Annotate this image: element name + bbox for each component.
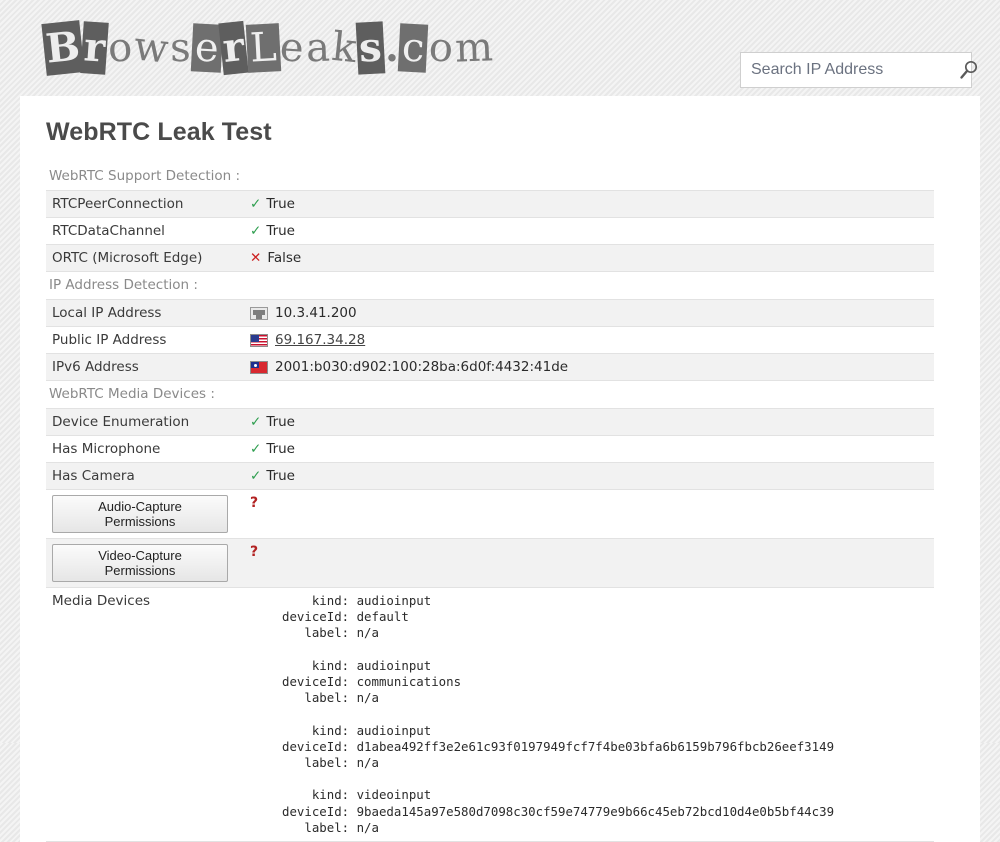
row-value: 2001:b030:d902:100:28ba:6d0f:4432:41de [244,353,934,381]
logo-char: e [278,24,306,72]
row-value: ? [244,489,934,539]
table-ip-detection: Local IP Address 10.3.41.200 Public IP A… [46,299,934,381]
row-key: Has Microphone [46,435,244,463]
row-key-video-permissions: Video-Capture Permissions [46,538,244,588]
flag-tw-icon [250,361,268,374]
content-panel: WebRTC Leak Test WebRTC Support Detectio… [20,96,980,842]
row-value-text: True [266,196,295,212]
media-devices-key: Media Devices [46,586,244,842]
table-row: Media Devices kind: audioinput deviceId:… [46,586,934,842]
logo-char: k [329,23,359,73]
logo-char: c [398,23,429,73]
row-key: RTCDataChannel [46,217,244,245]
row-key: Has Camera [46,462,244,490]
logo-char: w [131,23,171,73]
row-value: ✓ True [244,408,934,436]
media-devices-output: kind: audioinput deviceId: default label… [282,593,835,835]
table-webrtc-support: RTCPeerConnection ✓ True RTCDataChannel ✓… [46,190,934,272]
flag-us-icon [250,334,268,347]
section-label-media: WebRTC Media Devices : [49,386,215,402]
logo-char: r [218,20,250,76]
cross-icon: ✕ [250,250,262,266]
table-media-devices: Device Enumeration ✓ True Has Microphone … [46,408,934,842]
logo-char: L [245,23,281,73]
row-value: ? [244,538,934,588]
table-row: RTCDataChannel ✓ True [46,217,934,245]
table-row: ORTC (Microsoft Edge) ✕ False [46,244,934,272]
check-icon: ✓ [250,223,262,239]
video-permission-status: ? [250,544,259,560]
logo-char: o [106,24,134,72]
logo-char: a [304,24,331,72]
search-input[interactable] [751,61,958,79]
audio-capture-permissions-button[interactable]: Audio-Capture Permissions [52,495,228,533]
page: B r o w s e r L e a k s . c o m Web [0,0,1000,842]
check-icon: ✓ [250,441,262,457]
table-row: Has Microphone ✓ True [46,435,934,463]
logo-char: m [454,24,494,72]
table-row: Video-Capture Permissions ? [46,538,934,588]
site-header: B r o w s e r L e a k s . c o m [0,0,1000,96]
logo-char: s [169,24,192,72]
logo-char: B [41,20,85,76]
row-value: ✕ False [244,244,934,272]
logo-char: r [80,21,109,75]
row-key: IPv6 Address [46,353,244,381]
row-key: RTCPeerConnection [46,190,244,218]
check-icon: ✓ [250,196,262,212]
media-devices-value: kind: audioinput deviceId: default label… [244,586,934,842]
check-icon: ✓ [250,468,262,484]
section-label-ip: IP Address Detection : [49,277,198,293]
table-row: IPv6 Address 2001:b030:d902:100:28ba:6d0… [46,353,934,381]
row-value: ✓ True [244,217,934,245]
row-value-text: True [266,414,295,430]
table-row: Local IP Address 10.3.41.200 [46,299,934,327]
table-row: RTCPeerConnection ✓ True [46,190,934,218]
row-value: ✓ True [244,462,934,490]
page-title: WebRTC Leak Test [46,118,272,146]
row-key: Device Enumeration [46,408,244,436]
row-value-text: True [266,468,295,484]
logo-char: o [427,24,455,72]
row-value: 10.3.41.200 [244,299,934,327]
logo-char: e [190,23,223,73]
search-box[interactable] [740,52,978,88]
row-key: ORTC (Microsoft Edge) [46,244,244,272]
table-row: Device Enumeration ✓ True [46,408,934,436]
row-value: ✓ True [244,435,934,463]
row-value-text: True [266,441,295,457]
site-logo[interactable]: B r o w s e r L e a k s . c o m [41,16,494,80]
check-icon: ✓ [250,414,262,430]
row-value-text: True [266,223,295,239]
row-value: ✓ True [244,190,934,218]
table-row: Audio-Capture Permissions ? [46,489,934,539]
audio-permission-status: ? [250,495,259,511]
search-icon[interactable] [958,59,980,81]
lan-icon [250,307,268,320]
section-label-support: WebRTC Support Detection : [49,168,241,184]
table-row: Public IP Address 69.167.34.28 [46,326,934,354]
video-capture-permissions-button[interactable]: Video-Capture Permissions [52,544,228,582]
ipv6-value: 2001:b030:d902:100:28ba:6d0f:4432:41de [275,359,569,375]
row-value-text: False [267,250,302,266]
local-ip-value: 10.3.41.200 [275,305,357,321]
row-key: Public IP Address [46,326,244,354]
row-key: Local IP Address [46,299,244,327]
table-row: Has Camera ✓ True [46,462,934,490]
row-key-audio-permissions: Audio-Capture Permissions [46,489,244,539]
public-ip-link[interactable]: 69.167.34.28 [275,332,365,348]
row-value: 69.167.34.28 [244,326,934,354]
